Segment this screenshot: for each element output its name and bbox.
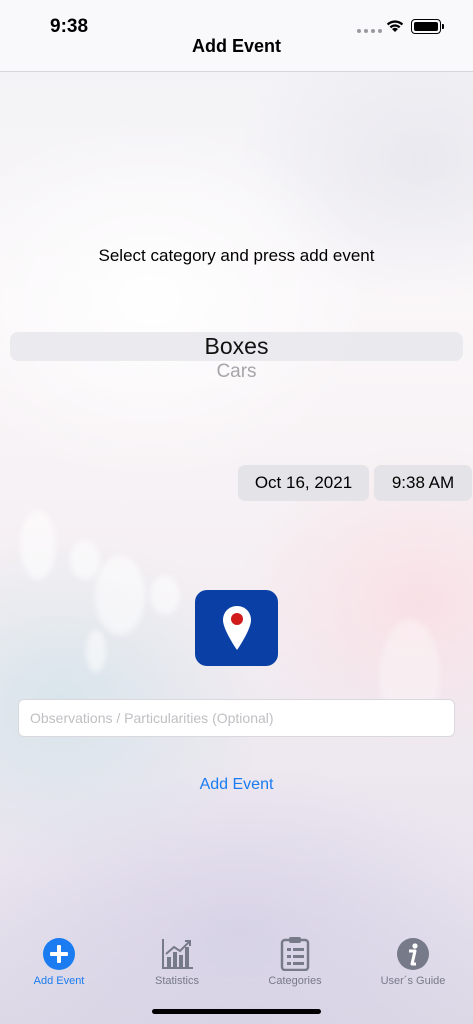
instruction-text: Select category and press add event <box>98 246 375 265</box>
status-time: 9:38 <box>50 16 89 37</box>
info-icon <box>395 936 431 972</box>
clipboard-icon <box>277 936 313 972</box>
tab-label: Add Event <box>33 975 85 987</box>
time-picker-button[interactable]: 9:38 AM <box>374 465 472 501</box>
cellular-signal-icon <box>357 29 382 33</box>
category-picker-selected[interactable]: Boxes <box>0 333 473 360</box>
add-event-button[interactable]: Add Event <box>0 776 473 794</box>
observations-input[interactable] <box>18 699 455 737</box>
tab-label: Statistics <box>154 975 199 987</box>
chart-icon <box>159 936 195 972</box>
date-picker-button[interactable]: Oct 16, 2021 <box>238 465 369 501</box>
tab-add-event[interactable]: Add Event <box>4 936 114 987</box>
bokeh-light <box>95 555 145 635</box>
map-pin-icon <box>222 606 251 650</box>
bokeh-light <box>70 540 100 580</box>
tab-label: Categories <box>268 975 322 987</box>
bokeh-light <box>86 630 106 672</box>
page-title: Add Event <box>191 36 281 56</box>
tab-label: User´s Guide <box>380 975 446 987</box>
tab-users-guide[interactable]: User´s Guide <box>358 936 468 987</box>
location-button[interactable] <box>195 590 278 666</box>
bokeh-light <box>20 510 56 580</box>
home-indicator <box>152 1009 321 1014</box>
status-bar: 9:38 Add Event <box>0 0 473 72</box>
category-picker-next[interactable]: Cars <box>0 361 473 383</box>
wifi-icon <box>386 20 404 32</box>
plus-circle-icon <box>41 936 77 972</box>
battery-icon <box>411 19 444 34</box>
bokeh-light <box>150 575 180 615</box>
background <box>0 0 473 1024</box>
tab-categories[interactable]: Categories <box>240 936 350 987</box>
tab-statistics[interactable]: Statistics <box>122 936 232 987</box>
